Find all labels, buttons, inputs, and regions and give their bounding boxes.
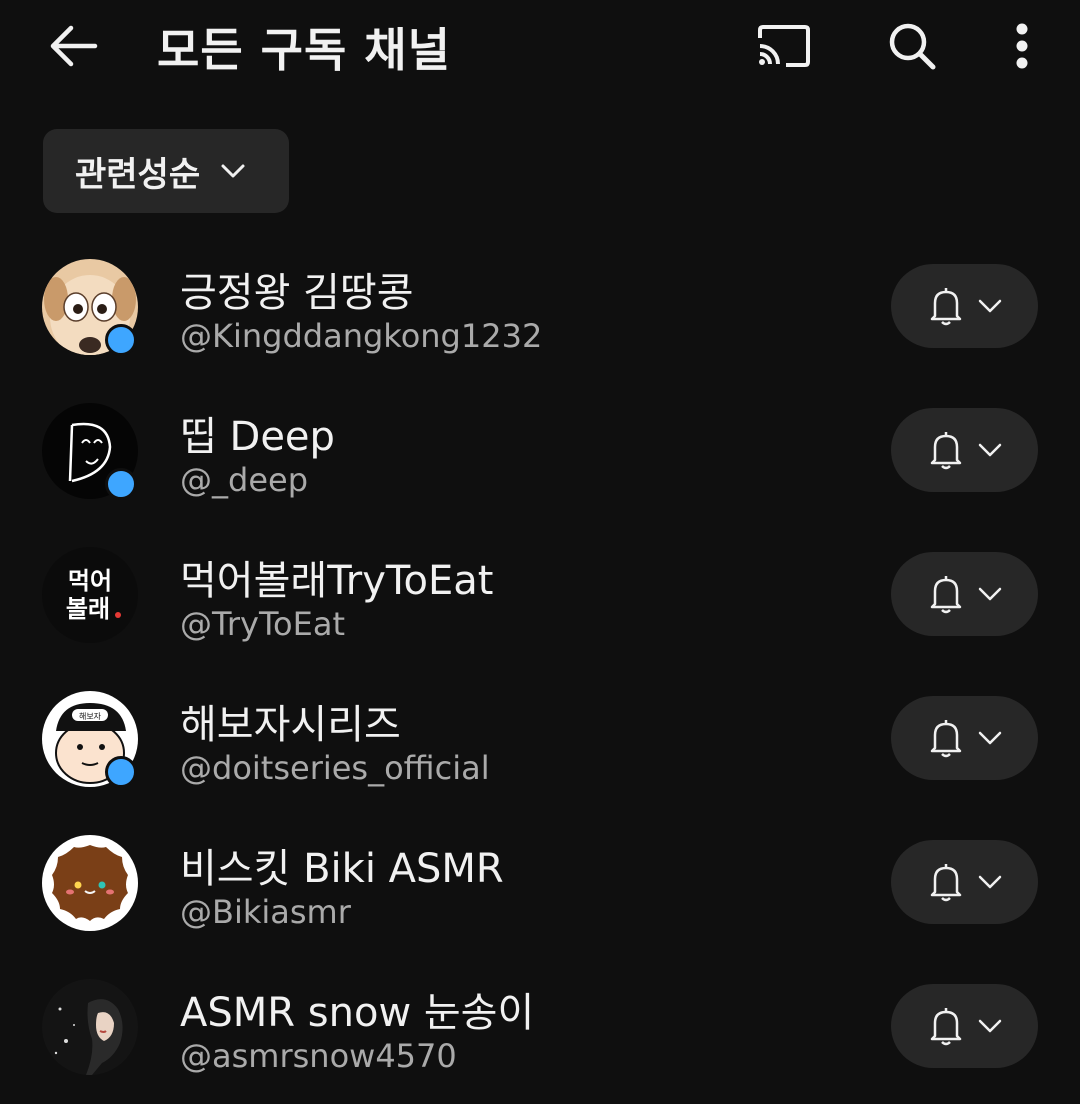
chevron-down-icon (978, 443, 1002, 457)
bell-icon (930, 432, 962, 470)
sort-label: 관련성순 (75, 154, 201, 195)
more-options-button[interactable] (992, 16, 1052, 76)
channel-name: ASMR snow 눈송이 (180, 990, 535, 1036)
channel-name: 긍정왕 김땅콩 (180, 270, 414, 316)
search-button[interactable] (876, 16, 948, 76)
bell-icon (930, 288, 962, 326)
channel-name: 띱 Deep (180, 414, 335, 460)
notification-settings-button[interactable] (891, 264, 1038, 348)
notification-settings-button[interactable] (891, 984, 1038, 1068)
channel-handle: @_deep (180, 461, 308, 499)
cast-button[interactable] (748, 16, 820, 76)
channel-list: 긍정왕 김땅콩 @Kingddangkong1232 띱 Deep @_deep (0, 240, 1080, 1104)
back-arrow-icon (50, 25, 98, 67)
search-icon (889, 23, 936, 70)
notification-settings-button[interactable] (891, 552, 1038, 636)
avatar-logo-text: 볼래 (66, 595, 110, 623)
channel-row[interactable]: ASMR snow 눈송이 @asmrsnow4570 (0, 960, 1080, 1104)
cast-icon (758, 25, 810, 67)
more-vertical-icon (1016, 23, 1028, 69)
channel-avatar[interactable]: 먹어 볼래 (42, 547, 138, 643)
notification-settings-button[interactable] (891, 840, 1038, 924)
page-title: 모든 구독 채널 (157, 23, 451, 77)
notification-settings-button[interactable] (891, 696, 1038, 780)
notification-settings-button[interactable] (891, 408, 1038, 492)
chevron-down-icon (978, 299, 1002, 313)
top-app-bar: 모든 구독 채널 (0, 0, 1080, 96)
back-button[interactable] (38, 16, 108, 76)
chevron-down-icon (221, 164, 245, 178)
channel-name: 비스킷 Biki ASMR (180, 846, 504, 892)
channel-row[interactable]: 긍정왕 김땅콩 @Kingddangkong1232 (0, 240, 1080, 384)
new-content-dot (105, 324, 137, 356)
channel-avatar[interactable] (42, 835, 138, 931)
channel-handle: @Bikiasmr (180, 893, 351, 931)
bell-icon (930, 864, 962, 902)
bell-icon (930, 1008, 962, 1046)
chevron-down-icon (978, 587, 1002, 601)
channel-handle: @doitseries_official (180, 749, 490, 787)
new-content-dot (105, 756, 137, 788)
channel-row[interactable]: 띱 Deep @_deep (0, 384, 1080, 528)
channel-avatar[interactable] (42, 979, 138, 1075)
channel-row[interactable]: 해보자 해보자시리즈 @doitseries_official (0, 672, 1080, 816)
chevron-down-icon (978, 731, 1002, 745)
new-content-dot (105, 468, 137, 500)
channel-row[interactable]: 먹어 볼래 먹어볼래TryToEat @TryToEat (0, 528, 1080, 672)
avatar-logo-text: 해보자 (79, 711, 102, 721)
channel-name: 먹어볼래TryToEat (180, 558, 494, 604)
sort-dropdown[interactable]: 관련성순 (43, 129, 289, 213)
chevron-down-icon (978, 875, 1002, 889)
channel-row[interactable]: 비스킷 Biki ASMR @Bikiasmr (0, 816, 1080, 960)
chevron-down-icon (978, 1019, 1002, 1033)
channel-handle: @TryToEat (180, 605, 345, 643)
channel-handle: @asmrsnow4570 (180, 1037, 457, 1075)
bell-icon (930, 576, 962, 614)
channel-handle: @Kingddangkong1232 (180, 317, 543, 355)
channel-name: 해보자시리즈 (180, 702, 401, 748)
bell-icon (930, 720, 962, 758)
avatar-logo-text: 먹어 (68, 567, 112, 595)
